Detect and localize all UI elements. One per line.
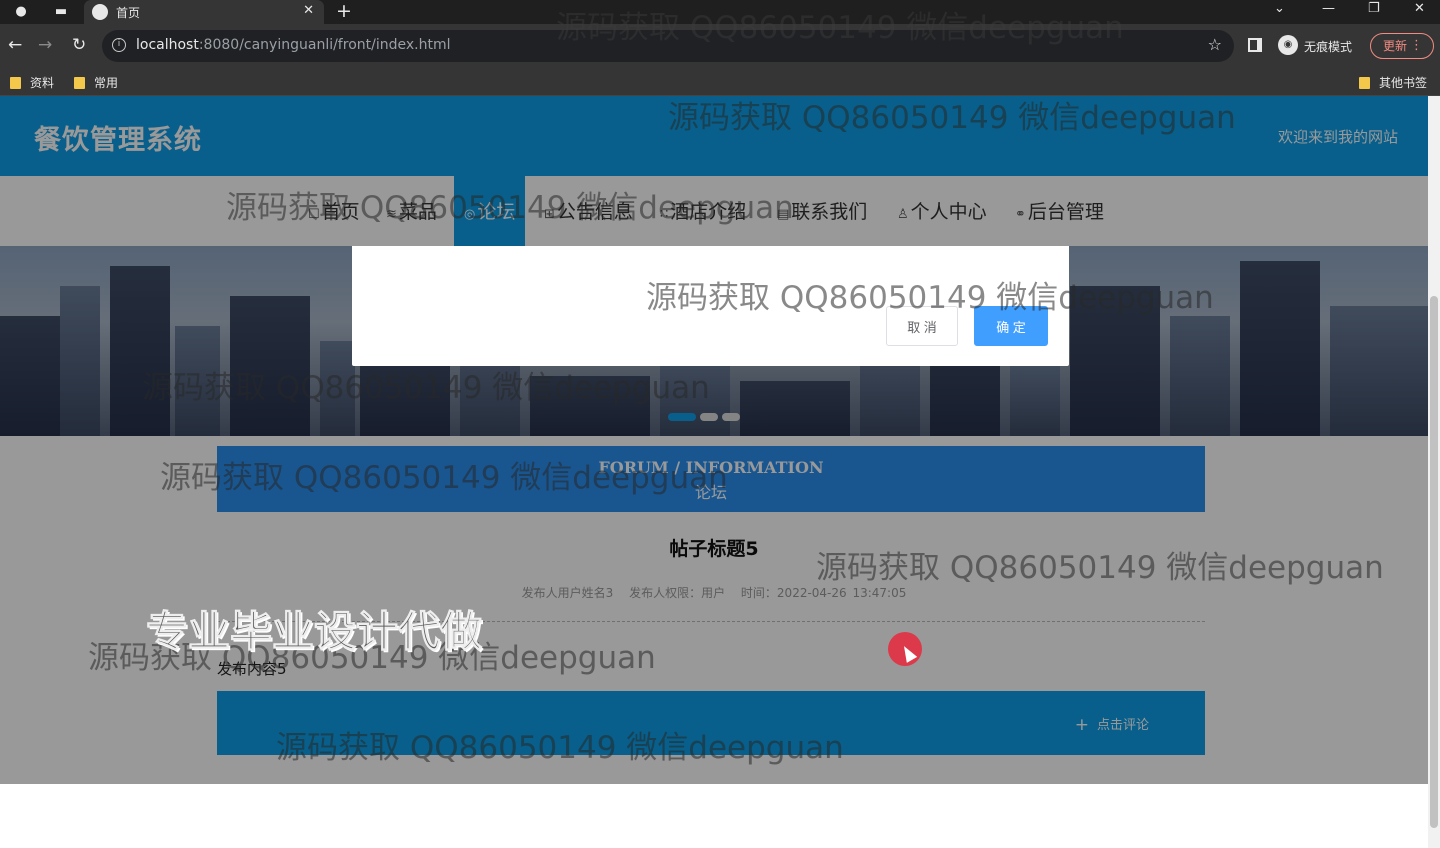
globe-icon	[92, 4, 108, 20]
minimize-icon[interactable]: —	[1322, 1, 1335, 16]
cancel-button[interactable]: 取 消	[886, 306, 958, 346]
confirm-dialog: 取 消 确 定	[352, 246, 1069, 366]
confirm-button[interactable]: 确 定	[974, 306, 1048, 346]
page-scrollbar[interactable]	[1428, 96, 1440, 848]
bookmark-star-icon[interactable]: ☆	[1208, 35, 1222, 54]
side-panel-icon[interactable]	[1248, 38, 1262, 52]
back-icon[interactable]: ←	[8, 35, 22, 55]
incognito-icon[interactable]: ◉	[1278, 35, 1298, 55]
url-path: :8080/canyinguanli/front/index.html	[198, 37, 451, 53]
browser-logo-icon[interactable]: ●	[12, 3, 30, 21]
incognito-label[interactable]: 无痕模式	[1304, 38, 1352, 55]
close-icon[interactable]: ✕	[303, 3, 314, 18]
promo-watermark: 专业毕业设计代做	[145, 607, 483, 657]
bookmarks-bar: 资料 常用 其他书签	[0, 68, 1440, 96]
url-host: localhost	[136, 37, 199, 53]
bookmark-folder-1[interactable]: 常用	[74, 74, 118, 91]
update-label: 更新	[1383, 39, 1408, 53]
tab-title: 首页	[116, 6, 141, 20]
browser-tab[interactable]: 首页 ✕	[84, 0, 324, 24]
bookmark-folder-0[interactable]: 资料	[10, 74, 54, 91]
window-close-icon[interactable]: ✕	[1414, 1, 1425, 16]
forward-icon[interactable]: →	[38, 35, 52, 55]
browser-toolbar: ← → ↻ i localhost:8080/canyinguanli/fron…	[0, 24, 1440, 68]
tab-groups-icon[interactable]: ▬	[52, 3, 70, 21]
site-info-icon[interactable]: i	[112, 38, 126, 52]
page-viewport: 餐饮管理系统 欢迎来到我的网站 ☐ 首页 ≋ 菜品 ◎ 论坛 ⊞ 公告信息 ∷ 酒店介绍 …	[0, 96, 1428, 848]
folder-icon	[10, 77, 21, 89]
other-bookmarks-label: 其他书签	[1379, 76, 1428, 90]
address-bar[interactable]: i localhost:8080/canyinguanli/front/inde…	[102, 30, 1234, 62]
bookmark-label: 资料	[30, 76, 55, 90]
update-button[interactable]: 更新 ⋮	[1370, 33, 1434, 59]
scrollbar-thumb[interactable]	[1430, 296, 1438, 828]
restore-icon[interactable]: ❐	[1368, 1, 1380, 16]
other-bookmarks[interactable]: 其他书签	[1359, 74, 1427, 91]
folder-icon	[1359, 77, 1370, 89]
menu-dots-icon: ⋮	[1410, 38, 1423, 53]
new-tab-icon[interactable]: +	[336, 0, 352, 22]
browser-tab-bar: ● ▬ 首页 ✕ + ⌄ — ❐ ✕	[0, 0, 1440, 24]
reload-icon[interactable]: ↻	[72, 35, 86, 55]
bookmark-label: 常用	[94, 76, 119, 90]
url-text[interactable]: localhost:8080/canyinguanli/front/index.…	[136, 37, 450, 53]
modal-overlay[interactable]	[0, 96, 1428, 784]
folder-icon	[74, 77, 85, 89]
tab-search-icon[interactable]: ⌄	[1274, 1, 1285, 16]
